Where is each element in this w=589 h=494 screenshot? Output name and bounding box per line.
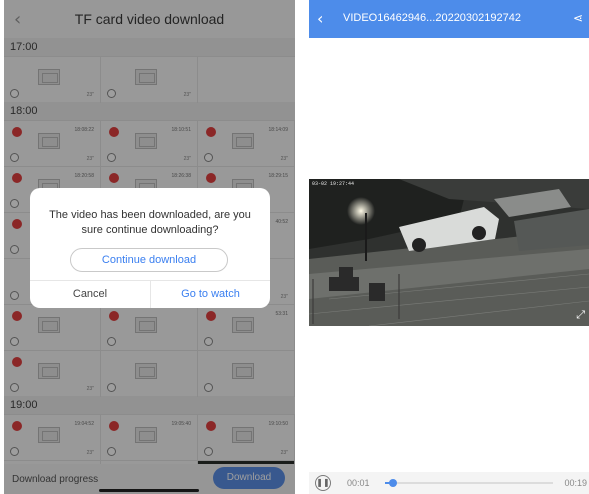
share-icon[interactable]: ⋖ (573, 11, 583, 25)
video-timestamp: 03-02 19:27:44 (312, 181, 355, 187)
current-time: 00:01 (347, 478, 370, 488)
player-top-bar: ‹ VIDEO16462946...20220302192742 ⋖ (309, 0, 589, 38)
tf-card-download-screen: ‹ TF card video download 17:00 23" 23" 18:0… (4, 0, 295, 494)
seek-bar[interactable] (385, 479, 553, 487)
player-controls: ❚❚ 00:01 00:19 (309, 472, 589, 494)
fullscreen-icon[interactable]: ⤢ (576, 308, 585, 322)
total-duration: 00:19 (564, 478, 587, 488)
dialog-message: The video has been downloaded, are you s… (49, 209, 251, 236)
video-title: VIDEO16462946...20220302192742 (343, 12, 521, 24)
pause-icon[interactable]: ❚❚ (315, 475, 331, 491)
seek-bar-thumb[interactable] (389, 479, 398, 487)
go-to-watch-button[interactable]: Go to watch (151, 281, 270, 308)
video-player-screen: ‹ VIDEO16462946...20220302192742 ⋖ 03-02… (309, 0, 589, 494)
screenshot-stage: ‹ TF card video download 17:00 23" 23" 18:0… (0, 0, 589, 494)
confirm-dialog: The video has been downloaded, are you s… (30, 188, 270, 308)
chevron-left-icon[interactable]: ‹ (317, 9, 323, 28)
cancel-button[interactable]: Cancel (30, 281, 150, 308)
video-frame[interactable]: 03-02 19:27:44 ⤢ (309, 179, 589, 326)
continue-download-button[interactable]: Continue download (70, 248, 228, 272)
night-street-scene (309, 179, 589, 326)
